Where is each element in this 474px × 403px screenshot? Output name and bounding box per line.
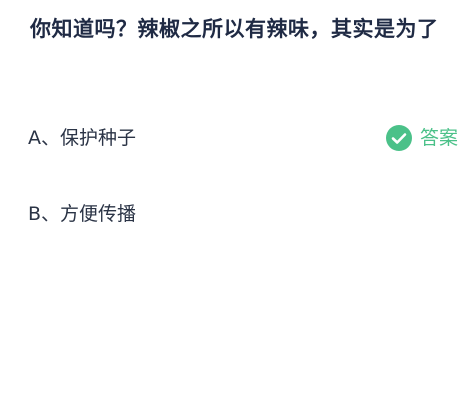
answer-label: 答案 (420, 127, 459, 149)
option-b[interactable]: B、方便传播 (28, 201, 136, 227)
option-a[interactable]: A、保护种子 (28, 125, 136, 151)
question-text: 你知道吗？辣椒之所以有辣味，其实是为了 (30, 17, 439, 41)
answer-badge: 答案 (386, 123, 458, 153)
check-circle-icon (386, 125, 412, 151)
